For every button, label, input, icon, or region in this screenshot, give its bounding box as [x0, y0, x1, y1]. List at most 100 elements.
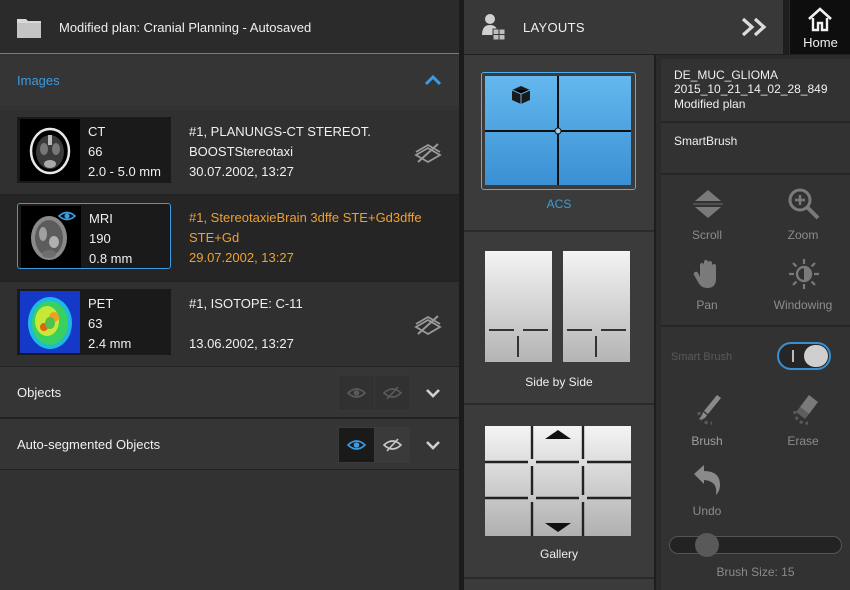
brush-label: Brush [691, 434, 723, 448]
gallery-layout-preview [485, 426, 631, 536]
layout-more[interactable] [464, 577, 654, 590]
image-description-cont: BOOSTStereotaxi [189, 144, 294, 159]
auto-segmented-visibility-toggle [338, 427, 410, 463]
layout-acs-frame [481, 72, 636, 190]
pan-tool[interactable]: Pan [667, 257, 747, 327]
layout-gallery[interactable]: Gallery [464, 403, 654, 575]
chevron-down-icon[interactable] [425, 386, 441, 400]
left-panel: Modified plan: Cranial Planning - Autosa… [0, 0, 459, 590]
image-thumbnail-box[interactable]: CT 66 2.0 - 5.0 mm [17, 117, 171, 183]
image-slice-count: 63 [88, 316, 103, 331]
active-tool-name: SmartBrush [674, 134, 738, 148]
side-by-side-layout-preview [485, 251, 630, 362]
undo-tool[interactable]: Undo [667, 463, 747, 533]
toggle-knob [804, 345, 828, 367]
undo-icon [694, 465, 720, 495]
divider [661, 173, 850, 175]
home-icon [808, 7, 832, 32]
show-auto-segmented-button[interactable] [339, 428, 374, 462]
scroll-label: Scroll [691, 228, 722, 242]
acs-layout-preview [485, 76, 631, 185]
objects-visibility-toggle [338, 375, 410, 411]
image-slice-thickness: 2.4 mm [88, 336, 132, 351]
pan-label: Pan [696, 298, 718, 312]
erase-label: Erase [787, 434, 819, 448]
image-thumbnail-box[interactable]: PET 63 2.4 mm [17, 289, 171, 355]
scroll-tool[interactable]: Scroll [667, 187, 747, 257]
double-chevron-right-icon[interactable] [740, 16, 770, 38]
image-date: 29.07.2002, 13:27 [189, 250, 294, 265]
image-row-mri[interactable]: MRI 190 0.8 mm #1, StereotaxieBrain 3dff… [0, 196, 459, 280]
undo-label: Undo [692, 504, 722, 518]
objects-section-title: Objects [17, 385, 62, 400]
hidden-layers-icon[interactable] [414, 314, 442, 336]
image-description: #1, PLANUNGS-CT STEREOT. [189, 124, 371, 139]
objects-section[interactable]: Objects [0, 366, 459, 418]
layouts-header: LAYOUTS [464, 0, 783, 54]
plan-title: Modified plan: Cranial Planning - Autosa… [59, 20, 312, 35]
brush-size-label: Brush Size: 15 [716, 565, 795, 579]
folder-icon[interactable] [16, 15, 42, 39]
plan-header: Modified plan: Cranial Planning - Autosa… [0, 0, 459, 54]
image-slice-thickness: 0.8 mm [89, 251, 133, 266]
layouts-title: LAYOUTS [523, 20, 585, 35]
chevron-up-icon[interactable] [424, 72, 442, 88]
hide-auto-segmented-button[interactable] [374, 428, 409, 462]
brush-size-slider-handle[interactable] [695, 533, 719, 557]
case-date: 2015_10_21_14_02_28_849 [674, 82, 828, 96]
layout-side-by-side[interactable]: Side by Side [464, 230, 654, 401]
image-date: 30.07.2002, 13:27 [189, 164, 294, 179]
home-button[interactable]: Home [789, 0, 850, 54]
image-row-ct[interactable]: CT 66 2.0 - 5.0 mm #1, PLANUNGS-CT STERE… [0, 110, 459, 194]
layout-side-by-side-label: Side by Side [525, 375, 593, 389]
images-section-title: Images [17, 73, 60, 88]
toggle-on-indicator [792, 350, 794, 362]
hide-objects-button[interactable] [374, 376, 409, 410]
show-objects-button[interactable] [339, 376, 374, 410]
smart-brush-toggle[interactable] [777, 342, 831, 370]
image-date: 13.06.2002, 13:27 [189, 336, 294, 351]
windowing-tool[interactable]: Windowing [763, 257, 843, 327]
layout-gallery-label: Gallery [539, 547, 578, 561]
erase-tool[interactable]: Erase [763, 393, 843, 463]
eye-off-icon [383, 438, 402, 452]
image-description-cont: STE+Gd [189, 230, 240, 245]
auto-segmented-section[interactable]: Auto-segmented Objects [0, 418, 459, 470]
home-label: Home [803, 35, 838, 50]
ct-thumbnail [20, 119, 80, 181]
hidden-layers-icon[interactable] [414, 142, 442, 164]
eye-off-icon [383, 386, 402, 400]
image-row-pet[interactable]: PET 63 2.4 mm #1, ISOTOPE: C-11 13.06.20… [0, 282, 459, 366]
tools-panel-inner: DE_MUC_GLIOMA 2015_10_21_14_02_28_849 Mo… [661, 59, 850, 590]
tools-panel: DE_MUC_GLIOMA 2015_10_21_14_02_28_849 Mo… [656, 55, 850, 590]
case-name: DE_MUC_GLIOMA [674, 68, 779, 82]
image-thumbnail-box[interactable]: MRI 190 0.8 mm [17, 203, 171, 269]
divider [661, 121, 850, 123]
brush-icon [697, 395, 721, 425]
layouts-icon [482, 14, 506, 41]
eye-icon [347, 388, 366, 398]
image-slice-count: 66 [88, 144, 103, 159]
image-description: #1, StereotaxieBrain 3dffe STE+Gd3dffe [189, 210, 422, 225]
pet-thumbnail [20, 291, 80, 353]
brightness-icon [789, 259, 819, 289]
scroll-icon [693, 190, 723, 218]
layout-acs[interactable]: ACS [464, 55, 654, 228]
divider [661, 325, 850, 327]
plan-name: Modified plan [674, 97, 746, 111]
layouts-panel: ACS Side by Side Gallery [464, 55, 654, 590]
images-section-header[interactable]: Images [0, 56, 459, 106]
windowing-label: Windowing [773, 298, 833, 312]
eye-icon [347, 440, 366, 450]
auto-segmented-section-title: Auto-segmented Objects [17, 437, 161, 452]
smart-brush-label: Smart Brush [671, 351, 733, 363]
zoom-label: Zoom [787, 228, 819, 242]
image-modality: CT [88, 124, 106, 139]
image-description: #1, ISOTOPE: C-11 [189, 296, 303, 311]
zoom-tool[interactable]: Zoom [763, 187, 843, 257]
image-modality: MRI [89, 211, 113, 226]
eye-icon[interactable] [58, 210, 76, 222]
chevron-down-icon[interactable] [425, 438, 441, 452]
image-slice-count: 190 [89, 231, 111, 246]
brush-tool[interactable]: Brush [667, 393, 747, 463]
